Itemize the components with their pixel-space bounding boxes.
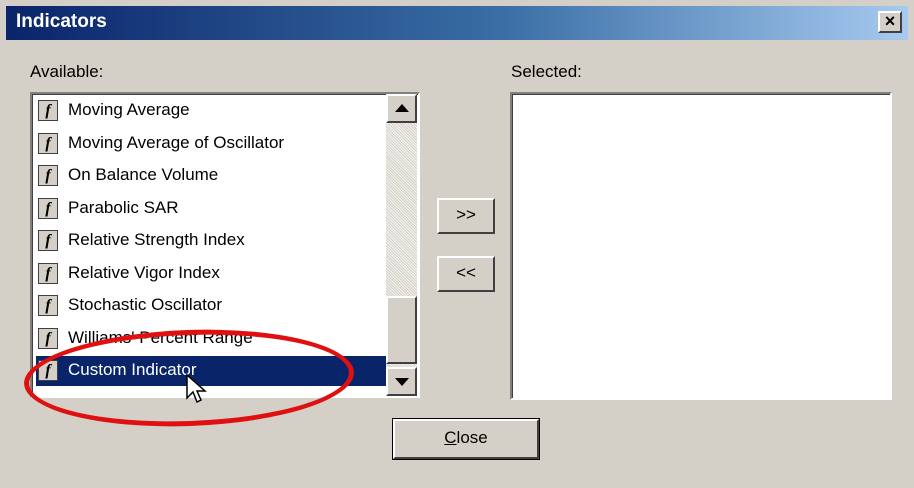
list-item-label: Custom Indicator xyxy=(68,360,197,379)
list-item-label: On Balance Volume xyxy=(68,165,219,184)
arrow-up-icon xyxy=(395,104,409,112)
list-item[interactable]: f Moving Average of Oscillator xyxy=(36,129,386,159)
title-bar[interactable]: Indicators × xyxy=(6,6,908,40)
remove-button[interactable]: << xyxy=(437,256,495,292)
list-item[interactable]: f Parabolic SAR xyxy=(36,194,386,224)
available-list[interactable]: f Moving Average f Moving Average of Oscill… xyxy=(30,92,420,398)
function-icon: f xyxy=(38,360,58,381)
close-mnemonic: C xyxy=(444,428,457,447)
list-item[interactable]: f Custom Indicator xyxy=(36,356,388,386)
list-item[interactable]: f Williams' Percent Range xyxy=(36,324,386,354)
function-icon: f xyxy=(38,295,58,316)
list-item-label: Relative Vigor Index xyxy=(68,262,220,282)
close-button[interactable]: Close xyxy=(392,418,540,460)
scroll-down-button[interactable] xyxy=(386,367,417,396)
window-title: Indicators xyxy=(16,11,107,32)
list-item[interactable]: f Stochastic Oscillator xyxy=(36,291,386,321)
function-icon: f xyxy=(38,230,58,251)
list-item[interactable]: f Relative Vigor Index xyxy=(36,259,386,289)
list-item-label: Parabolic SAR xyxy=(68,197,179,217)
function-icon: f xyxy=(38,165,58,186)
list-item-label: Williams' Percent Range xyxy=(68,327,253,347)
selected-list[interactable] xyxy=(510,92,892,400)
indicators-dialog: Indicators × Available: Selected: f Movin… xyxy=(0,0,914,488)
function-icon: f xyxy=(38,197,58,219)
function-icon: f xyxy=(38,100,58,121)
list-item-label: Stochastic Oscillator xyxy=(68,295,222,314)
arrow-down-icon xyxy=(395,378,409,386)
list-item-label: Moving Average xyxy=(68,100,190,119)
scroll-thumb[interactable] xyxy=(386,296,417,364)
available-label: Available: xyxy=(30,62,104,81)
function-icon: f xyxy=(38,327,58,349)
list-item-label: Moving Average of Oscillator xyxy=(68,132,285,152)
available-scrollbar[interactable] xyxy=(386,94,417,396)
scroll-up-button[interactable] xyxy=(386,94,417,123)
list-item-label: Relative Strength Index xyxy=(68,230,245,249)
selected-label: Selected: xyxy=(511,62,582,81)
list-item[interactable]: f Moving Average xyxy=(36,96,386,126)
list-item[interactable]: f On Balance Volume xyxy=(36,161,386,191)
close-icon[interactable]: × xyxy=(878,11,902,33)
add-button[interactable]: >> xyxy=(437,198,495,234)
list-item[interactable]: f Relative Strength Index xyxy=(36,226,386,256)
close-label: lose xyxy=(456,428,488,447)
function-icon: f xyxy=(38,262,58,284)
function-icon: f xyxy=(38,132,58,154)
